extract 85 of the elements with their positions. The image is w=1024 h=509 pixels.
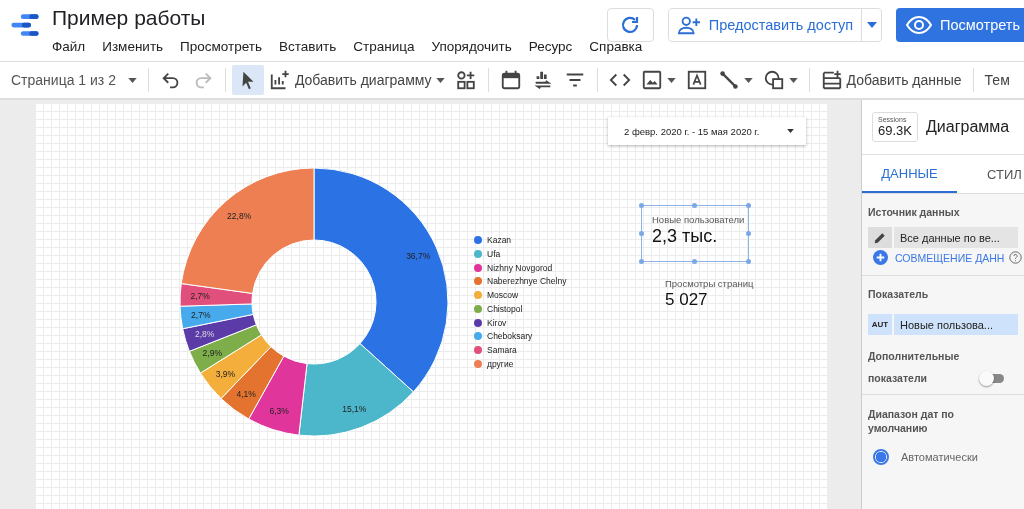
slice-label: 22,8% [227, 211, 252, 221]
scorecard[interactable]: Просмотры страниц 5 027 [649, 270, 759, 310]
scorecard[interactable]: Новые пользователи 2,3 тыс. [641, 205, 749, 262]
scorecard-value: 5 027 [665, 290, 709, 310]
scorecard-label: Новые пользователи [652, 214, 746, 225]
section-heading: Показатель [868, 288, 930, 300]
add-circle-icon[interactable] [873, 250, 888, 265]
legend-label: Kazan [487, 235, 512, 246]
menu-item[interactable]: Изменить [102, 39, 164, 54]
add-chart-button[interactable]: Добавить диаграмму [263, 65, 450, 95]
slice-label: 2,7% [191, 310, 211, 321]
calendar-icon [499, 69, 522, 91]
radio-button[interactable] [873, 449, 889, 466]
resize-handle[interactable] [692, 259, 697, 264]
toggle-switch[interactable] [982, 373, 1004, 383]
legend-label: Cheboksary [487, 331, 533, 342]
menu-item[interactable]: Ресурс [528, 39, 573, 54]
slice-label: 15,1% [342, 403, 367, 414]
resize-handle[interactable] [692, 203, 697, 208]
date-range-control[interactable]: 2 февр. 2020 г. - 15 мая 2020 г. [608, 117, 806, 145]
line-icon [717, 69, 740, 91]
resize-handle[interactable] [639, 259, 644, 264]
legend-label: Chistopol [487, 303, 523, 314]
type-tag: AUT [868, 314, 892, 335]
resize-handle[interactable] [746, 203, 751, 208]
panel-title: Диаграмма [926, 118, 1010, 136]
slice-label: 2,9% [202, 348, 222, 359]
legend-label: Ufa [487, 249, 501, 260]
caret-icon [787, 129, 794, 133]
view-button[interactable]: Посмотреть [896, 8, 1024, 42]
data-source-field[interactable]: Все данные по ве... [894, 227, 1018, 248]
caret-icon [866, 22, 877, 28]
menu-item[interactable]: Страница [353, 39, 415, 54]
menu-item[interactable]: Справка [589, 39, 643, 54]
resize-handle[interactable] [746, 259, 751, 264]
refresh-button[interactable] [606, 8, 654, 42]
panel-tab[interactable]: СТИЛ [957, 155, 1024, 193]
radio-label[interactable]: Автоматически [901, 451, 978, 464]
panel-tab[interactable]: ДАННЫЕ [862, 155, 957, 193]
image-icon [640, 69, 663, 91]
page-select[interactable]: Страница 1 из 2 [6, 65, 142, 95]
pencil-icon [873, 230, 887, 245]
slice-label: 36,7% [406, 250, 431, 261]
select-tool[interactable] [231, 65, 264, 95]
edit-button[interactable] [868, 227, 892, 248]
thumbnail-value: 69.3K [878, 123, 912, 138]
menu-item[interactable]: Просмотреть [180, 39, 263, 54]
legend-label: Kirov [487, 317, 507, 328]
menu-item[interactable]: Упорядочить [431, 39, 512, 54]
menu-item[interactable]: Файл [52, 39, 86, 54]
shapes-icon [762, 69, 785, 91]
resize-handle[interactable] [746, 230, 751, 236]
help-icon[interactable] [1009, 251, 1022, 264]
legend-label: Moscow [487, 290, 519, 301]
eye-icon [906, 16, 933, 34]
legend-label: Samara [487, 344, 517, 355]
section-heading: Дополнительные [868, 350, 961, 362]
slice-label: 6,3% [269, 405, 289, 416]
section-heading: показатели [868, 372, 927, 384]
legend-label: другие [487, 358, 514, 369]
scorecard-value: 2,3 тыс. [652, 226, 719, 247]
scorecard-label: Просмотры страниц [665, 278, 755, 289]
slice-label: 3,9% [215, 368, 236, 379]
add-data-button[interactable]: Добавить данные [815, 65, 967, 95]
legend-label: Nizhny Novgorod [487, 262, 553, 273]
slice-label: 4,1% [236, 388, 256, 399]
text-box-icon [685, 69, 708, 91]
slice-label: 2,7% [190, 290, 210, 301]
chart-plus-icon [268, 69, 291, 91]
share-menu-button[interactable] [861, 9, 882, 41]
blend-data-link[interactable]: СОВМЕЩЕНИЕ ДАНН [895, 251, 1005, 264]
theme-button[interactable]: Тем [979, 65, 1015, 95]
resize-handle[interactable] [639, 203, 644, 208]
caret-icon [127, 77, 137, 83]
shapes-plus-icon [454, 69, 477, 91]
slice-label: 2,8% [195, 329, 215, 340]
legend-label: Naberezhnye Chelny [487, 276, 567, 287]
metric-field[interactable]: Новые пользова... [894, 314, 1018, 335]
person-plus-icon [676, 14, 701, 36]
section-heading: Источник данных [868, 206, 961, 218]
report-title[interactable]: Пример работы [52, 6, 572, 30]
section-heading: Диапазон дат по умолчанию [868, 407, 956, 436]
table-plus-icon [820, 69, 843, 91]
menu-item[interactable]: Вставить [279, 39, 337, 54]
resize-handle[interactable] [639, 230, 644, 236]
